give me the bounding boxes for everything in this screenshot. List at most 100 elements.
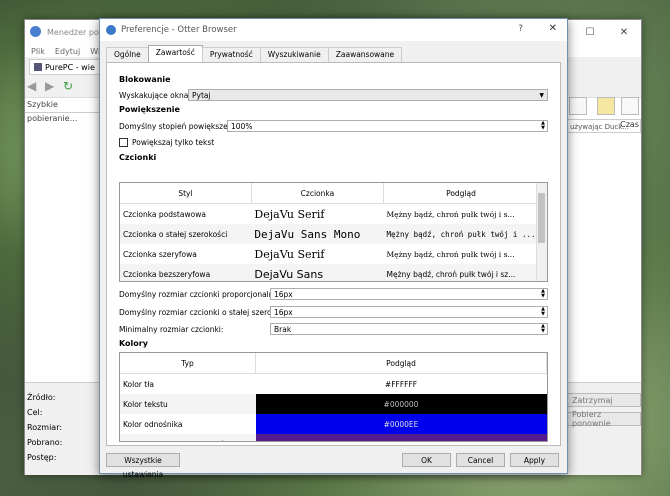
info-source-label: Źródło:	[27, 393, 56, 402]
colors-col-preview[interactable]: Podgląd	[255, 353, 547, 374]
apply-button[interactable]: Apply	[510, 453, 559, 467]
spin-arrows-icon[interactable]: ▲ ▼	[540, 324, 546, 334]
default-zoom-spinbox[interactable]: 100% ▲ ▼	[227, 120, 548, 132]
font-name-cell: DejaVu Serif	[254, 207, 325, 221]
font-preview-cell: Mężny bądź, chroń pułk twój i s...	[386, 249, 515, 259]
colors-table-grid: Typ Podgląd Kolor tła #FFFFFF Kolor teks…	[120, 353, 547, 442]
table-row[interactable]: Kolor tła #FFFFFF	[120, 373, 547, 394]
table-row[interactable]: Czcionka podstawowa DejaVu Serif Mężny b…	[120, 204, 539, 225]
color-preview-cell[interactable]: #FFFFFF	[255, 373, 547, 394]
tab-search[interactable]: Wyszukiwanie	[259, 47, 329, 62]
page-favicon-icon	[34, 63, 42, 71]
fonts-heading: Czcionki	[119, 153, 157, 162]
default-zoom-label: Domyślny stopień powiększenia:	[119, 122, 242, 131]
info-progress-label: Postęp:	[27, 453, 57, 462]
popups-select-value: Pytaj	[192, 91, 211, 100]
fonts-scrollbar[interactable]	[536, 183, 547, 281]
fonts-col-font[interactable]: Czcionka	[251, 183, 384, 204]
tab-content[interactable]: Zawartość	[147, 45, 203, 62]
font-style-cell: Czcionka podstawowa	[123, 209, 206, 219]
font-style-cell: Czcionka o stałej szerokości	[123, 229, 228, 239]
stop-download-button[interactable]: Zatrzymaj	[567, 393, 641, 407]
dialog-close-icon[interactable]: ✕	[549, 23, 557, 34]
info-target-label: Cel:	[27, 408, 43, 417]
tab-general[interactable]: Ogólne	[106, 47, 149, 62]
colors-col-type[interactable]: Typ	[120, 353, 256, 374]
colors-heading: Kolory	[119, 339, 148, 348]
redownload-label: Pobierz ponownie	[572, 410, 611, 428]
info-downloaded-label: Pobrano:	[27, 438, 63, 447]
scrollbar-thumb[interactable]	[538, 193, 545, 243]
fixed-size-spinbox[interactable]: 16px ▲ ▼	[270, 306, 548, 318]
spin-arrows-icon[interactable]: ▲ ▼	[540, 121, 546, 131]
table-row[interactable]: Czcionka bezszeryfowa DejaVu Sans Mężny …	[120, 264, 539, 281]
font-style-cell: Czcionka bezszeryfowa	[123, 269, 211, 279]
maximize-icon[interactable]: ☐	[573, 20, 607, 44]
table-row[interactable]: Kolor odnośnika #0000EE	[120, 414, 547, 434]
info-size-label: Rozmiar:	[27, 423, 63, 432]
default-zoom-value: 100%	[231, 122, 253, 131]
popups-label: Wyskakujące okna:	[119, 91, 191, 100]
app-icon	[30, 26, 41, 37]
color-preview-cell[interactable]: #0000EE	[255, 414, 547, 434]
menu-file[interactable]: Plik	[31, 47, 45, 56]
close-icon[interactable]: ✕	[607, 20, 641, 44]
colors-table: Typ Podgląd Kolor tła #FFFFFF Kolor teks…	[119, 352, 548, 442]
quick-download-input[interactable]: Szybkie pobieranie...	[25, 98, 103, 123]
table-row[interactable]: Kolor tekstu #000000	[120, 394, 547, 414]
table-row[interactable]: Czcionka szeryfowa DejaVu Serif Mężny bą…	[120, 244, 539, 264]
font-preview-cell: Mężny bądź, chroń pułk twój i s...	[386, 209, 515, 219]
color-preview-cell[interactable]: #551A8B	[255, 434, 547, 441]
color-type-cell: Kolor odwiedzonego odnośnika	[120, 434, 256, 442]
tab-privacy[interactable]: Prywatność	[201, 47, 261, 62]
dialog-title: Preferencje - Otter Browser	[121, 25, 237, 35]
fonts-col-style[interactable]: Styl	[120, 183, 252, 204]
content-pane: Blokowanie Wyskakujące okna: Pytaj ▼ Pow…	[106, 62, 561, 446]
color-type-cell: Kolor tekstu	[123, 399, 168, 409]
tab-advanced[interactable]: Zaawansowane	[327, 47, 403, 62]
fonts-header-row: Styl Czcionka Podgląd	[120, 183, 540, 204]
trash-icon[interactable]	[621, 97, 639, 115]
otter-browser-icon	[106, 25, 116, 35]
reload-icon[interactable]: ↻	[63, 80, 77, 92]
cancel-button[interactable]: Cancel	[456, 453, 505, 467]
forward-arrow-icon[interactable]: ▶	[45, 80, 59, 92]
font-style-cell: Czcionka szeryfowa	[123, 249, 197, 259]
preferences-tabs: Ogólne Zawartość Prywatność Wyszukiwanie…	[106, 45, 403, 62]
zoom-text-only-label[interactable]: Powiększaj tylko tekst	[132, 138, 214, 147]
browser-tab-label: PurePC - wie	[45, 62, 95, 72]
minimum-size-label: Minimalny rozmiar czcionki:	[119, 325, 224, 334]
menu-edit[interactable]: Edytuj	[55, 47, 80, 56]
font-preview-cell: Mężny bądź, chroń pułk twój i sz...	[386, 269, 516, 279]
popups-select[interactable]: Pytaj ▼	[188, 89, 548, 101]
back-arrow-icon[interactable]: ◀	[27, 80, 41, 92]
spin-arrows-icon[interactable]: ▲ ▼	[540, 307, 546, 317]
help-icon[interactable]: ?	[518, 24, 523, 34]
table-row[interactable]: Kolor odwiedzonego odnośnika #551A8B	[120, 434, 547, 442]
minimum-size-spinbox[interactable]: Brak ▲ ▼	[270, 323, 548, 335]
blocking-heading: Blokowanie	[119, 75, 171, 84]
spin-arrows-icon[interactable]: ▲ ▼	[540, 289, 546, 299]
redownload-button[interactable]: Pobierz ponownie	[567, 410, 641, 428]
stop-icon[interactable]	[569, 97, 587, 115]
bookmark-folder-icon[interactable]	[597, 97, 615, 115]
minimum-size-value: Brak	[274, 325, 292, 334]
zoom-text-only-checkbox[interactable]	[119, 138, 128, 147]
color-type-cell: Kolor tła	[123, 379, 154, 389]
fonts-col-preview[interactable]: Podgląd	[383, 183, 540, 204]
stop-download-label: Zatrzymaj	[572, 395, 613, 405]
fixed-size-label: Domyślny rozmiar czcionki o stałej szero…	[119, 308, 293, 317]
table-row[interactable]: Czcionka o stałej szerokości DejaVu Sans…	[120, 224, 539, 244]
font-name-cell: DejaVu Serif	[254, 247, 325, 261]
chevron-down-icon: ▼	[539, 92, 544, 99]
proportional-size-spinbox[interactable]: 16px ▲ ▼	[270, 288, 548, 300]
column-header-time: Czas	[620, 120, 639, 129]
ok-button[interactable]: OK	[402, 453, 451, 467]
dialog-titlebar: Preferencje - Otter Browser ? ✕	[100, 19, 567, 41]
color-preview-cell[interactable]: #000000	[255, 394, 547, 414]
zoom-heading: Powiększenie	[119, 105, 180, 114]
all-settings-button[interactable]: Wszystkie ustawienia	[106, 453, 180, 479]
fonts-table: Styl Czcionka Podgląd Czcionka podstawow…	[119, 182, 548, 282]
browser-tab[interactable]: PurePC - wie	[29, 59, 100, 75]
preferences-dialog: Preferencje - Otter Browser ? ✕ Ogólne Z…	[99, 18, 568, 479]
